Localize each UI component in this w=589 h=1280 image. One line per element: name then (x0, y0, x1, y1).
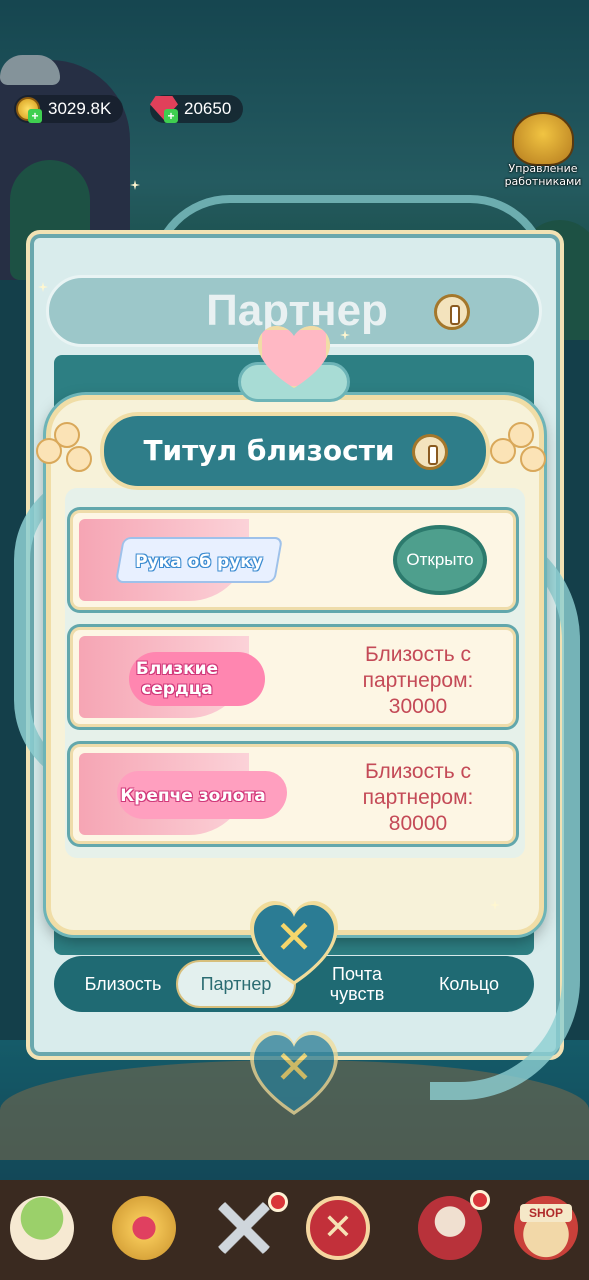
dialog-title: Титул близости (143, 434, 395, 467)
add-coins-icon[interactable]: + (28, 109, 42, 123)
close-icon: ✕ (274, 910, 314, 964)
gem-amount: 20650 (184, 99, 232, 118)
worker-management-button[interactable]: Управление работниками (504, 112, 582, 192)
flower-decoration (490, 422, 550, 478)
coin-counter[interactable]: + 3029.8K (14, 95, 124, 123)
add-gems-icon[interactable]: + (164, 109, 178, 123)
nav-battle-button[interactable] (206, 1190, 288, 1266)
nav-shop-button[interactable]: SHOP (508, 1190, 584, 1266)
coin-amount: 3029.8K (48, 99, 112, 118)
nav-boss-button[interactable] (412, 1190, 490, 1266)
title-badge-hand-in-hand: Рука об руку (135, 552, 263, 572)
requirement-text: Близость с партнером: 80000 (323, 759, 513, 837)
nav-close-button[interactable] (300, 1190, 376, 1266)
paw-icon (112, 1196, 176, 1260)
gem-counter[interactable]: + 20650 (150, 95, 244, 123)
worker-management-label: Управление работниками (504, 162, 582, 188)
dialog-close-button[interactable]: ✕ (246, 895, 342, 991)
nav-pet-button[interactable] (106, 1190, 182, 1266)
shop-label: SHOP (520, 1204, 572, 1222)
unlocked-stamp: Открыто (393, 525, 487, 595)
notification-dot (470, 1190, 490, 1210)
requirement-label: Близость с партнером: (362, 760, 474, 809)
bottom-navigation (0, 1180, 589, 1280)
title-badge-close-hearts: Близкие сердца (135, 659, 219, 699)
title-badge-stronger-than-gold: Крепче золота (120, 786, 266, 806)
worker-helmet-icon (512, 112, 574, 166)
title-row-stronger-than-gold[interactable]: Крепче золота Близость с партнером: 8000… (70, 744, 516, 844)
requirement-value: 80000 (388, 812, 448, 835)
requirement-text: Близость с партнером: 30000 (323, 642, 513, 720)
dialog-info-icon[interactable] (412, 434, 448, 470)
close-icon: ✕ (274, 1040, 314, 1094)
heart-bow-icon (238, 326, 350, 410)
requirement-label: Близость с партнером: (362, 643, 474, 692)
mushroom-icon (10, 1196, 74, 1260)
panel-close-button[interactable]: ✕ (246, 1025, 342, 1121)
close-icon (306, 1196, 370, 1260)
title-row-close-hearts[interactable]: Близкие сердца Близость с партнером: 300… (70, 627, 516, 727)
tab-intimacy[interactable]: Близость (68, 960, 178, 1008)
partner-info-icon[interactable] (434, 294, 470, 330)
notification-dot (268, 1192, 288, 1212)
requirement-value: 30000 (388, 695, 448, 718)
title-row-hand-in-hand[interactable]: Рука об руку Открыто (70, 510, 516, 610)
crossed-swords-icon (212, 1196, 276, 1260)
flower-decoration (36, 422, 96, 478)
nav-character-button[interactable] (4, 1190, 80, 1266)
